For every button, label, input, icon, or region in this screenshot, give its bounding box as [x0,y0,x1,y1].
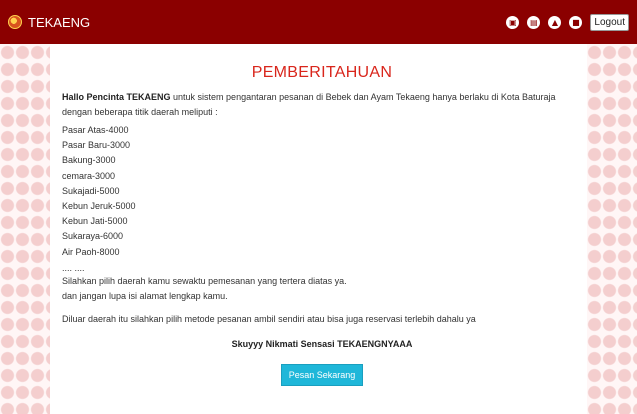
list-item: Air Paoh-8000 [62,246,120,257]
instruction-text: dan jangan lupa isi alamat lengkap kamu. [62,290,228,301]
list-item: Kebun Jeruk-5000 [62,201,136,212]
left-decorative-pattern [0,44,50,414]
order-now-button[interactable]: Pesan Sekarang [280,363,364,386]
list-item: Pasar Atas-4000 [62,125,129,135]
announcement-content: PEMBERITAHUAN Hallo Pencinta TEKAENG unt… [62,64,582,386]
list-item: Sukaraya-6000 [62,231,124,242]
ellipsis-text: .... .... [62,262,85,273]
nav-actions: ▣ ▤ ▲ ■ Logout [506,13,629,31]
intro-bold: Hallo Pencinta TEKAENG [62,92,171,102]
top-navbar: TEKAENG ▣ ▤ ▲ ■ Logout [0,0,637,44]
tagline: Skuyyy Nikmati Sensasi TEKAENGNYAAA [231,338,413,349]
instruction-text: Silahkan pilih daerah kamu sewaktu pemes… [62,275,347,286]
list-item: Bakung-3000 [62,155,116,166]
page-title: PEMBERITAHUAN [251,64,393,81]
cart-icon[interactable]: ▣ [506,15,520,29]
list-item: Pasar Baru-3000 [62,140,131,151]
list-item: Kebun Jati-5000 [62,216,128,227]
delivery-area-list: Pasar Atas-4000 Pasar Baru-3000 Bakung-3… [62,123,582,260]
brand-name: TEKAENG [28,14,91,30]
list-item: Sukajadi-5000 [62,185,120,196]
logout-button[interactable]: Logout [590,13,629,31]
right-decorative-pattern [587,44,637,414]
intro-text: Hallo Pencinta TEKAENG untuk sistem peng… [62,90,582,120]
notification-icon[interactable]: ▲ [548,15,562,29]
brand-link[interactable]: TEKAENG [8,15,90,30]
list-item: cemara-3000 [62,170,116,181]
orders-icon[interactable]: ▤ [527,15,541,29]
brand-logo-icon [8,15,22,29]
profile-icon[interactable]: ■ [569,15,583,29]
outro-text: Diluar daerah itu silahkan pilih metode … [62,313,476,324]
